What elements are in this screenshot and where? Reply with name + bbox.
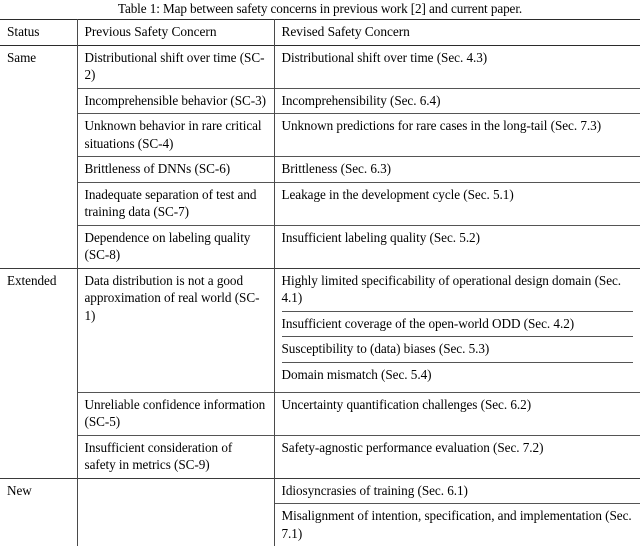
table-body: Same Distributional shift over time (SC-… xyxy=(0,44,640,546)
table-row: Insufficient coverage of the open-world … xyxy=(281,310,633,337)
cell-revised-concern: Safety-agnostic performance evaluation (… xyxy=(274,434,640,478)
cell-revised-concern: Domain mismatch (Sec. 5.4) xyxy=(281,361,633,387)
column-header-previous-safety-concern: Previous Safety Concern xyxy=(77,19,275,45)
table-row: Unreliable confidence information (SC-5)… xyxy=(0,391,640,435)
cell-revised-concern: Leakage in the development cycle (Sec. 5… xyxy=(274,181,640,225)
cell-revised-concern: Idiosyncrasies of training (Sec. 6.1) xyxy=(274,477,640,504)
cell-revised-concern: Misalignment of intention, specification… xyxy=(274,503,640,546)
cell-revised-concern: Brittleness (Sec. 6.3) xyxy=(274,156,640,182)
cell-previous-concern-empty xyxy=(77,477,275,546)
table-row: Domain mismatch (Sec. 5.4) xyxy=(281,361,633,387)
table-row: Highly limited specificability of operat… xyxy=(282,269,634,312)
cell-revised-concern: Insufficient coverage of the open-world … xyxy=(281,310,633,337)
cell-previous-concern: Incomprehensible behavior (SC-3) xyxy=(77,87,275,114)
cell-revised-concern: Highly limited specificability of operat… xyxy=(281,272,622,306)
safety-concern-mapping-table: Status Previous Safety Concern Revised S… xyxy=(0,19,640,546)
cell-revised-concern: Unknown predictions for rare cases in th… xyxy=(274,113,640,157)
group-label-extended: Extended xyxy=(0,267,78,478)
table-caption: Table 1: Map between safety concerns in … xyxy=(117,1,523,16)
cell-previous-concern: Distributional shift over time (SC-2) xyxy=(77,44,275,88)
group-label-same: Same xyxy=(0,44,78,268)
cell-previous-concern: Inadequate separation of test and traini… xyxy=(77,181,275,225)
cell-previous-concern: Brittleness of DNNs (SC-6) xyxy=(77,156,275,182)
table-row: Brittleness of DNNs (SC-6) Brittleness (… xyxy=(0,156,640,182)
group-label-new: New xyxy=(0,477,78,546)
table-row: Dependence on labeling quality (SC-8) In… xyxy=(0,224,640,268)
cell-previous-concern: Data distribution is not a good approxim… xyxy=(77,267,275,392)
column-header-status: Status xyxy=(0,19,78,45)
table-row: Same Distributional shift over time (SC-… xyxy=(0,44,640,268)
table-row: Extended Data distribution is not a good… xyxy=(0,267,640,478)
table-row: Insufficient consideration of safety in … xyxy=(0,434,640,478)
cell-revised-concern: Uncertainty quantification challenges (S… xyxy=(274,391,640,435)
cell-revised-concern: Distributional shift over time (Sec. 4.3… xyxy=(274,44,640,88)
cell-previous-concern: Unknown behavior in rare critical situat… xyxy=(77,113,275,157)
cell-revised-concern: Susceptibility to (data) biases (Sec. 5.… xyxy=(281,336,633,362)
table-row: Incomprehensible behavior (SC-3) Incompr… xyxy=(0,87,640,114)
header-row: Status Previous Safety Concern Revised S… xyxy=(0,19,640,45)
revised-subrow-table: Highly limited specificability of operat… xyxy=(281,269,634,387)
table-row: Susceptibility to (data) biases (Sec. 5.… xyxy=(281,336,633,362)
column-header-revised-safety-concern: Revised Safety Concern xyxy=(274,19,640,45)
cell-previous-concern: Insufficient consideration of safety in … xyxy=(77,434,275,478)
table-figure-page: Table 1: Map between safety concerns in … xyxy=(0,0,640,546)
cell-revised-concern-group: Highly limited specificability of operat… xyxy=(274,267,640,392)
table-row: Unknown behavior in rare critical situat… xyxy=(0,113,640,157)
cell-revised-concern: Incomprehensibility (Sec. 6.4) xyxy=(274,87,640,114)
table-header: Status Previous Safety Concern Revised S… xyxy=(0,19,640,45)
table-row: New Idiosyncrasies of training (Sec. 6.1… xyxy=(0,477,640,546)
cell-revised-concern: Insufficient labeling quality (Sec. 5.2) xyxy=(274,224,640,268)
cell-previous-concern: Dependence on labeling quality (SC-8) xyxy=(77,224,275,268)
cell-previous-concern: Unreliable confidence information (SC-5) xyxy=(77,391,275,435)
table-row: Inadequate separation of test and traini… xyxy=(0,181,640,225)
